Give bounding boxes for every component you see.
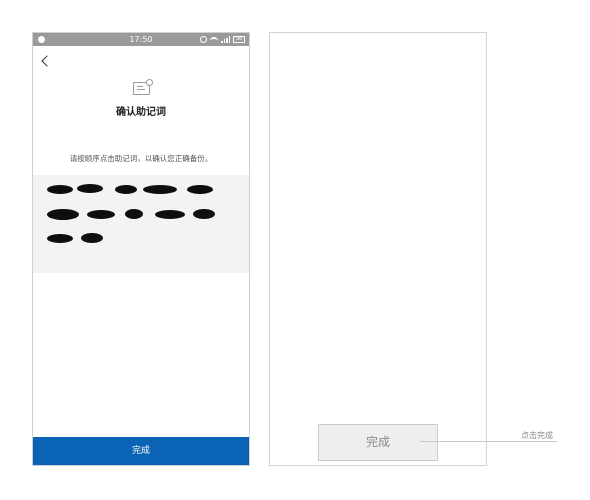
mnemonic-word[interactable]	[47, 209, 79, 220]
instruction-text: 请按顺序点击助记词，以确认您正确备份。	[69, 154, 213, 163]
document-check-icon	[133, 79, 153, 95]
status-bar: 17:50 98	[33, 33, 249, 46]
mnemonic-word[interactable]	[155, 210, 185, 219]
mnemonic-word[interactable]	[193, 209, 215, 219]
mnemonic-word[interactable]	[143, 185, 177, 194]
mnemonic-word[interactable]	[47, 185, 73, 194]
mnemonic-word[interactable]	[77, 184, 103, 193]
status-icons: 98	[200, 33, 245, 46]
back-button[interactable]	[39, 55, 53, 69]
mnemonic-word[interactable]	[115, 185, 137, 194]
alarm-icon	[200, 36, 207, 43]
battery-icon: 98	[233, 36, 245, 43]
mnemonic-word[interactable]	[81, 233, 103, 243]
wireframe-screen	[269, 32, 487, 466]
wifi-icon	[210, 36, 218, 43]
annotation-leader-line	[420, 441, 557, 442]
phone-screen-confirm-mnemonic: 17:50 98 确认助记词 请按顺序点击助记词，以确认您正确备份。 完成	[32, 32, 250, 466]
page-title: 确认助记词	[116, 107, 166, 118]
signal-icon	[221, 36, 230, 43]
mnemonic-word-area	[33, 175, 249, 273]
wireframe-done-button[interactable]: 完成	[318, 424, 438, 461]
done-button[interactable]: 完成	[33, 437, 249, 465]
mnemonic-word[interactable]	[125, 209, 143, 219]
mnemonic-word[interactable]	[47, 234, 73, 243]
mnemonic-word[interactable]	[87, 210, 115, 219]
mnemonic-word[interactable]	[187, 185, 213, 194]
annotation-label: 点击完成	[521, 431, 553, 440]
